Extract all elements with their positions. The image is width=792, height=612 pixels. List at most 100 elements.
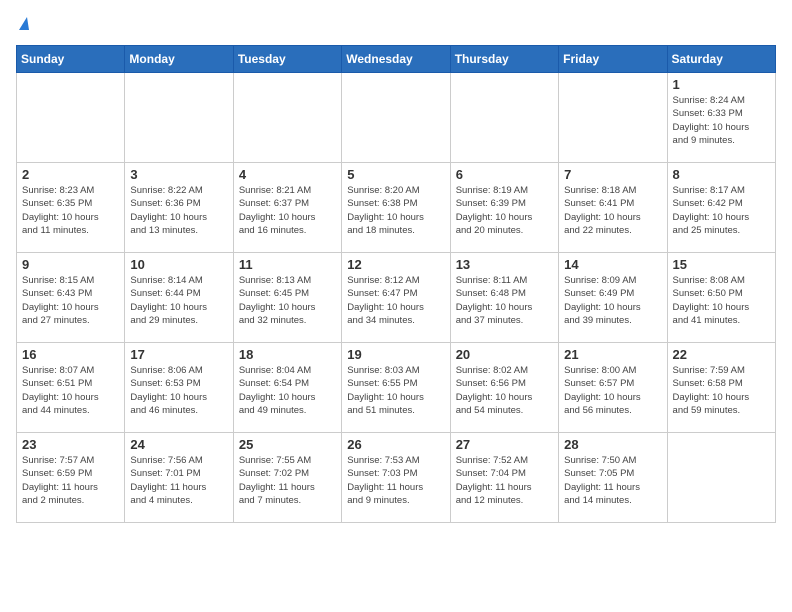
day-info: Sunrise: 8:21 AM Sunset: 6:37 PM Dayligh… [239,184,336,237]
day-number: 3 [130,167,227,182]
day-info: Sunrise: 7:55 AM Sunset: 7:02 PM Dayligh… [239,454,336,507]
day-number: 27 [456,437,553,452]
day-info: Sunrise: 7:50 AM Sunset: 7:05 PM Dayligh… [564,454,661,507]
day-info: Sunrise: 8:18 AM Sunset: 6:41 PM Dayligh… [564,184,661,237]
calendar-cell [342,73,450,163]
day-number: 18 [239,347,336,362]
calendar-cell: 10Sunrise: 8:14 AM Sunset: 6:44 PM Dayli… [125,253,233,343]
day-number: 9 [22,257,119,272]
weekday-header-friday: Friday [559,46,667,73]
day-info: Sunrise: 7:52 AM Sunset: 7:04 PM Dayligh… [456,454,553,507]
day-number: 1 [673,77,770,92]
day-number: 19 [347,347,444,362]
day-number: 15 [673,257,770,272]
calendar-cell: 25 Sunrise: 7:55 AM Sunset: 7:02 PM Dayli… [233,433,341,523]
calendar-cell: 24 Sunrise: 7:56 AM Sunset: 7:01 PM Dayli… [125,433,233,523]
day-number: 12 [347,257,444,272]
calendar-cell: 19 Sunrise: 8:03 AM Sunset: 6:55 PM Dayli… [342,343,450,433]
calendar-cell: 21 Sunrise: 8:00 AM Sunset: 6:57 PM Dayli… [559,343,667,433]
logo [16,16,29,33]
day-info: Sunrise: 7:53 AM Sunset: 7:03 PM Dayligh… [347,454,444,507]
day-number: 28 [564,437,661,452]
calendar-week-1: 1Sunrise: 8:24 AM Sunset: 6:33 PM Daylig… [17,73,776,163]
calendar-cell: 4 Sunrise: 8:21 AM Sunset: 6:37 PM Daylig… [233,163,341,253]
day-info: Sunrise: 7:57 AM Sunset: 6:59 PM Dayligh… [22,454,119,507]
calendar-cell: 28 Sunrise: 7:50 AM Sunset: 7:05 PM Dayli… [559,433,667,523]
calendar-cell: 12 Sunrise: 8:12 AM Sunset: 6:47 PM Dayli… [342,253,450,343]
calendar-cell: 20 Sunrise: 8:02 AM Sunset: 6:56 PM Dayli… [450,343,558,433]
calendar-cell [667,433,775,523]
calendar-cell: 27 Sunrise: 7:52 AM Sunset: 7:04 PM Dayli… [450,433,558,523]
weekday-header-monday: Monday [125,46,233,73]
weekday-header-wednesday: Wednesday [342,46,450,73]
day-number: 11 [239,257,336,272]
calendar-week-3: 9 Sunrise: 8:15 AM Sunset: 6:43 PM Daylig… [17,253,776,343]
calendar-cell [233,73,341,163]
day-info: Sunrise: 8:15 AM Sunset: 6:43 PM Dayligh… [22,274,119,327]
day-number: 4 [239,167,336,182]
day-info: Sunrise: 8:08 AM Sunset: 6:50 PM Dayligh… [673,274,770,327]
day-info: Sunrise: 8:22 AM Sunset: 6:36 PM Dayligh… [130,184,227,237]
day-number: 23 [22,437,119,452]
calendar-cell [125,73,233,163]
day-number: 13 [456,257,553,272]
calendar-cell: 3 Sunrise: 8:22 AM Sunset: 6:36 PM Daylig… [125,163,233,253]
day-number: 6 [456,167,553,182]
calendar-week-4: 16 Sunrise: 8:07 AM Sunset: 6:51 PM Dayli… [17,343,776,433]
weekday-header-thursday: Thursday [450,46,558,73]
logo-triangle-icon [19,17,29,30]
calendar-cell [17,73,125,163]
calendar-cell: 14 Sunrise: 8:09 AM Sunset: 6:49 PM Dayli… [559,253,667,343]
calendar-cell: 11 Sunrise: 8:13 AM Sunset: 6:45 PM Dayli… [233,253,341,343]
day-info: Sunrise: 8:19 AM Sunset: 6:39 PM Dayligh… [456,184,553,237]
day-info: Sunrise: 8:20 AM Sunset: 6:38 PM Dayligh… [347,184,444,237]
day-info: Sunrise: 8:06 AM Sunset: 6:53 PM Dayligh… [130,364,227,417]
day-info: Sunrise: 8:04 AM Sunset: 6:54 PM Dayligh… [239,364,336,417]
day-number: 20 [456,347,553,362]
day-number: 16 [22,347,119,362]
calendar-cell: 9 Sunrise: 8:15 AM Sunset: 6:43 PM Daylig… [17,253,125,343]
calendar-cell [559,73,667,163]
day-number: 8 [673,167,770,182]
calendar-cell: 5 Sunrise: 8:20 AM Sunset: 6:38 PM Daylig… [342,163,450,253]
calendar-week-2: 2Sunrise: 8:23 AM Sunset: 6:35 PM Daylig… [17,163,776,253]
weekday-header-row: SundayMondayTuesdayWednesdayThursdayFrid… [17,46,776,73]
day-info: Sunrise: 8:23 AM Sunset: 6:35 PM Dayligh… [22,184,119,237]
day-number: 24 [130,437,227,452]
weekday-header-saturday: Saturday [667,46,775,73]
calendar-week-5: 23 Sunrise: 7:57 AM Sunset: 6:59 PM Dayli… [17,433,776,523]
day-info: Sunrise: 8:11 AM Sunset: 6:48 PM Dayligh… [456,274,553,327]
day-info: Sunrise: 8:12 AM Sunset: 6:47 PM Dayligh… [347,274,444,327]
calendar-cell: 1Sunrise: 8:24 AM Sunset: 6:33 PM Daylig… [667,73,775,163]
day-number: 14 [564,257,661,272]
day-number: 26 [347,437,444,452]
calendar-cell: 26 Sunrise: 7:53 AM Sunset: 7:03 PM Dayli… [342,433,450,523]
day-info: Sunrise: 7:59 AM Sunset: 6:58 PM Dayligh… [673,364,770,417]
calendar-cell [450,73,558,163]
calendar-cell: 13 Sunrise: 8:11 AM Sunset: 6:48 PM Dayli… [450,253,558,343]
day-info: Sunrise: 8:09 AM Sunset: 6:49 PM Dayligh… [564,274,661,327]
calendar-cell: 6 Sunrise: 8:19 AM Sunset: 6:39 PM Daylig… [450,163,558,253]
calendar-cell: 16 Sunrise: 8:07 AM Sunset: 6:51 PM Dayli… [17,343,125,433]
calendar-cell: 23 Sunrise: 7:57 AM Sunset: 6:59 PM Dayli… [17,433,125,523]
weekday-header-sunday: Sunday [17,46,125,73]
calendar-cell: 22 Sunrise: 7:59 AM Sunset: 6:58 PM Dayli… [667,343,775,433]
day-number: 22 [673,347,770,362]
day-number: 5 [347,167,444,182]
calendar-cell: 2Sunrise: 8:23 AM Sunset: 6:35 PM Daylig… [17,163,125,253]
day-info: Sunrise: 8:03 AM Sunset: 6:55 PM Dayligh… [347,364,444,417]
day-number: 17 [130,347,227,362]
calendar-cell: 15 Sunrise: 8:08 AM Sunset: 6:50 PM Dayli… [667,253,775,343]
day-info: Sunrise: 8:02 AM Sunset: 6:56 PM Dayligh… [456,364,553,417]
day-info: Sunrise: 8:13 AM Sunset: 6:45 PM Dayligh… [239,274,336,327]
day-info: Sunrise: 8:07 AM Sunset: 6:51 PM Dayligh… [22,364,119,417]
day-number: 25 [239,437,336,452]
day-info: Sunrise: 7:56 AM Sunset: 7:01 PM Dayligh… [130,454,227,507]
page-header [16,16,776,33]
calendar-cell: 17 Sunrise: 8:06 AM Sunset: 6:53 PM Dayli… [125,343,233,433]
calendar-table: SundayMondayTuesdayWednesdayThursdayFrid… [16,45,776,523]
calendar-cell: 18 Sunrise: 8:04 AM Sunset: 6:54 PM Dayli… [233,343,341,433]
day-info: Sunrise: 8:17 AM Sunset: 6:42 PM Dayligh… [673,184,770,237]
day-info: Sunrise: 8:00 AM Sunset: 6:57 PM Dayligh… [564,364,661,417]
day-number: 21 [564,347,661,362]
